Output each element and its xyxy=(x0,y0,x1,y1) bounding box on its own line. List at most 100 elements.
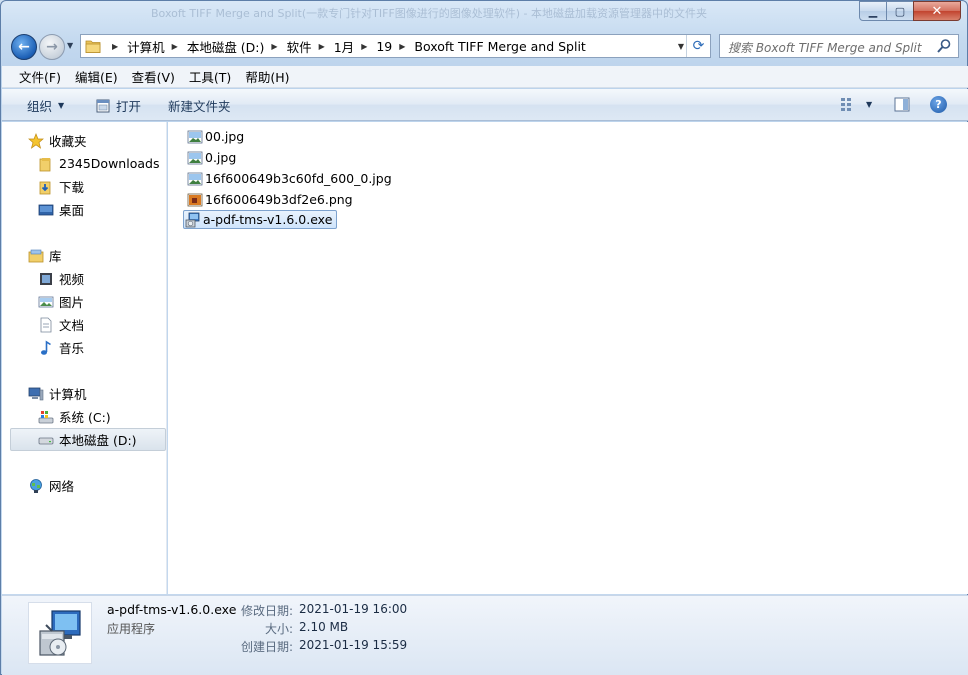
file-item-0-jpg[interactable]: 0.jpg xyxy=(186,148,240,167)
refresh-button[interactable]: ⟳ xyxy=(686,35,710,57)
minimize-button[interactable]: ▁ xyxy=(859,1,887,21)
sidebar-item-desktop[interactable]: 桌面 xyxy=(38,199,84,220)
picture-icon xyxy=(38,296,54,307)
open-label: 打开 xyxy=(116,99,142,114)
sidebar-item-label: 图片 xyxy=(59,295,85,310)
chevron-right-icon[interactable]: ▶ xyxy=(319,42,325,51)
chevron-right-icon[interactable]: ▶ xyxy=(112,42,118,51)
explorer-window: Boxoft TIFF Merge and Split(一款专门针对TIFF图像… xyxy=(0,0,968,675)
search-icon[interactable] xyxy=(936,38,952,54)
jpg-icon xyxy=(187,151,203,164)
chevron-right-icon[interactable]: ▶ xyxy=(271,42,277,51)
jpg-icon xyxy=(187,172,203,185)
desktop-icon xyxy=(38,204,54,215)
film-icon xyxy=(40,272,52,285)
sidebar-libraries[interactable]: 库 xyxy=(28,245,62,266)
jpg-icon xyxy=(187,130,203,143)
new-folder-button[interactable]: 新建文件夹 xyxy=(168,96,231,115)
menu-help[interactable]: 帮助(H) xyxy=(238,67,296,86)
network-icon xyxy=(30,478,42,493)
sidebar-computer[interactable]: 计算机 xyxy=(28,383,87,404)
music-note-icon xyxy=(41,340,51,355)
sidebar-item-label: 本地磁盘 (D:) xyxy=(59,433,137,448)
recent-pages-dropdown[interactable]: ▼ xyxy=(67,41,73,50)
help-icon: ? xyxy=(935,98,942,111)
breadcrumb-january[interactable]: 1月 xyxy=(334,37,354,56)
new-folder-label: 新建文件夹 xyxy=(168,99,231,114)
maximize-icon: ▢ xyxy=(894,4,906,18)
hard-drive-icon xyxy=(38,437,54,444)
file-name: 16f600649b3df2e6.png xyxy=(205,192,353,207)
command-bar: 组织 ▼ 打开 新建文件夹 ▼ ? xyxy=(2,89,968,121)
sidebar-item-drive-c[interactable]: 系统 (C:) xyxy=(38,406,111,427)
file-item-16f600649b3c60fd-jpg[interactable]: 16f600649b3c60fd_600_0.jpg xyxy=(186,169,396,188)
sidebar-item-downloads[interactable]: 下载 xyxy=(38,176,84,197)
sidebar-item-videos[interactable]: 视频 xyxy=(38,268,84,289)
file-thumbnail xyxy=(28,602,92,664)
file-item-a-pdf-tms-exe[interactable]: a-pdf-tms-v1.6.0.exe xyxy=(183,210,338,229)
folder-icon xyxy=(39,157,51,171)
close-button[interactable]: ✕ xyxy=(913,1,961,21)
chevron-down-icon: ▼ xyxy=(58,101,65,110)
menu-edit[interactable]: 编辑(E) xyxy=(68,67,125,86)
details-pane: a-pdf-tms-v1.6.0.exe 应用程序 修改日期: 2021-01-… xyxy=(2,595,968,675)
breadcrumb-current-folder[interactable]: Boxoft TIFF Merge and Split xyxy=(414,39,585,54)
folder-icon xyxy=(85,40,101,53)
menu-tools[interactable]: 工具(T) xyxy=(182,67,238,86)
breadcrumb-drive-d[interactable]: 本地磁盘 (D:) xyxy=(187,37,265,56)
chevron-right-icon[interactable]: ▶ xyxy=(399,42,405,51)
file-item-00-jpg[interactable]: 00.jpg xyxy=(186,127,248,146)
details-size-label: 大小: xyxy=(264,622,293,636)
breadcrumb-computer[interactable]: 计算机 xyxy=(127,37,165,56)
file-item-16f600649b3df2e6-png[interactable]: 16f600649b3df2e6.png xyxy=(186,190,357,209)
preview-pane-icon[interactable] xyxy=(894,97,910,112)
menu-file[interactable]: 文件(F) xyxy=(12,67,68,86)
sidebar-item-documents[interactable]: 文档 xyxy=(38,314,84,335)
sidebar-item-pictures[interactable]: 图片 xyxy=(38,291,84,312)
forward-button[interactable]: → xyxy=(39,34,65,60)
maximize-button[interactable]: ▢ xyxy=(886,1,914,21)
installer-icon xyxy=(185,212,200,227)
sidebar-item-music[interactable]: 音乐 xyxy=(38,337,84,358)
installer-icon xyxy=(39,610,81,656)
arrow-right-icon: → xyxy=(46,39,58,55)
title-bar[interactable]: Boxoft TIFF Merge and Split(一款专门针对TIFF图像… xyxy=(1,1,967,29)
address-bar[interactable]: ▶ 计算机 ▶ 本地磁盘 (D:) ▶ 软件 ▶ 1月 ▶ 19 ▶ Boxof… xyxy=(80,34,711,58)
sidebar-item-2345downloads[interactable]: 2345Downloads xyxy=(38,153,159,174)
organize-label: 组织 xyxy=(27,99,53,114)
chevron-right-icon[interactable]: ▶ xyxy=(361,42,367,51)
file-name: 16f600649b3c60fd_600_0.jpg xyxy=(205,171,392,186)
back-button[interactable]: ← xyxy=(11,34,37,60)
sidebar-item-label: 桌面 xyxy=(59,203,85,218)
organize-button[interactable]: 组织 ▼ xyxy=(27,96,64,115)
sidebar-item-label: 系统 (C:) xyxy=(59,410,111,425)
details-created-label: 创建日期: xyxy=(240,640,293,654)
sidebar-favorites[interactable]: 收藏夹 xyxy=(28,130,87,151)
file-name: 0.jpg xyxy=(205,150,237,165)
menu-view[interactable]: 查看(V) xyxy=(125,67,182,86)
sidebar-item-drive-d[interactable]: 本地磁盘 (D:) xyxy=(10,428,166,451)
chevron-down-icon: ▼ xyxy=(866,99,873,109)
search-input[interactable]: 搜索 Boxoft TIFF Merge and Split xyxy=(719,34,959,58)
breadcrumb-19[interactable]: 19 xyxy=(376,39,392,54)
details-file-type: 应用程序 xyxy=(107,622,156,636)
sidebar-item-label: 2345Downloads xyxy=(59,156,160,171)
navigation-pane[interactable]: 收藏夹 2345Downloads 下载 桌面 库 视频 图片 文档 音乐 计算… xyxy=(2,122,167,594)
help-button[interactable]: ? xyxy=(930,96,947,113)
details-file-name: a-pdf-tms-v1.6.0.exe xyxy=(107,602,237,617)
library-icon xyxy=(28,249,44,262)
refresh-icon: ⟳ xyxy=(692,38,705,54)
png-icon xyxy=(187,193,203,206)
breadcrumb-software[interactable]: 软件 xyxy=(287,37,312,56)
sidebar-item-label: 下载 xyxy=(59,180,85,195)
details-size-value: 2.10 MB xyxy=(299,620,349,634)
sidebar-computer-label: 计算机 xyxy=(49,387,87,402)
chevron-right-icon[interactable]: ▶ xyxy=(172,42,178,51)
address-history-dropdown[interactable]: ▼ xyxy=(678,42,684,51)
close-icon: ✕ xyxy=(931,3,943,19)
file-list[interactable]: 00.jpg 0.jpg 16f600649b3c60fd_600_0.jpg … xyxy=(168,122,968,594)
change-view-button[interactable]: ▼ xyxy=(840,97,872,111)
open-button[interactable]: 打开 xyxy=(95,96,141,115)
menu-bar: 文件(F) 编辑(E) 查看(V) 工具(T) 帮助(H) xyxy=(2,66,968,88)
sidebar-network[interactable]: 网络 xyxy=(28,475,74,496)
